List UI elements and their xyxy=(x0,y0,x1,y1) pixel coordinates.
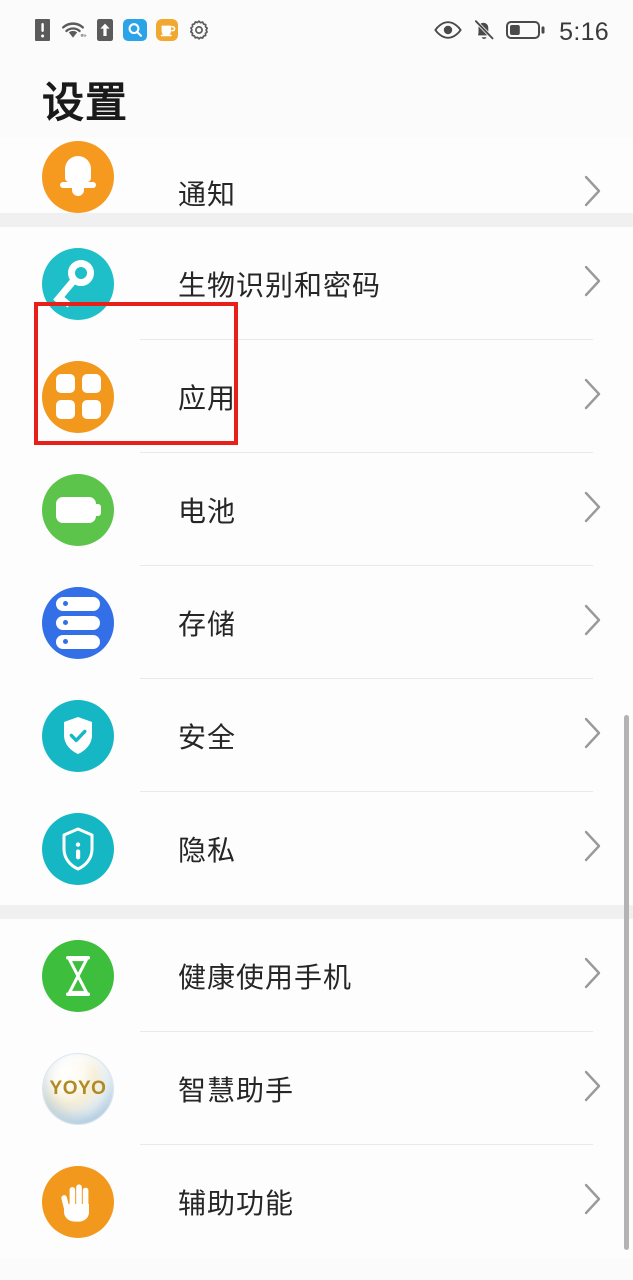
row-label: 通知 xyxy=(178,178,237,211)
chevron-right-icon xyxy=(583,716,603,755)
upload-arrow-icon xyxy=(96,18,114,47)
key-icon xyxy=(42,247,114,320)
chevron-right-icon xyxy=(583,829,603,868)
status-bar-clock: 5:16 xyxy=(559,17,609,46)
settings-group-wellbeing: 健康使用手机 YOYO 智慧助手 辅助功能 xyxy=(0,919,633,1258)
sidebar-item-digital-balance[interactable]: 健康使用手机 xyxy=(0,919,633,1032)
sidebar-item-smart-assistant[interactable]: YOYO 智慧助手 xyxy=(0,1032,633,1145)
status-bar-left-icons xyxy=(34,18,211,47)
group-separator xyxy=(0,905,633,919)
row-label: 生物识别和密码 xyxy=(178,268,382,302)
sidebar-item-privacy[interactable]: 隐私 xyxy=(0,792,633,905)
chevron-right-icon xyxy=(583,956,603,995)
row-label: 健康使用手机 xyxy=(178,960,353,994)
settings-list: 通知 生物识别和密码 应用 电池 存储 安全 隐私 健康使用手机 YOYO 智慧… xyxy=(0,138,633,1258)
cup-app-icon xyxy=(156,18,178,47)
sidebar-item-accessibility[interactable]: 辅助功能 xyxy=(0,1145,633,1258)
row-label: 智慧助手 xyxy=(178,1073,295,1107)
row-label: 安全 xyxy=(178,720,237,754)
sidebar-item-notifications[interactable]: 通知 xyxy=(0,138,633,213)
eye-comfort-icon xyxy=(434,20,462,45)
sidebar-item-apps[interactable]: 应用 xyxy=(0,340,633,453)
shield-check-icon xyxy=(42,699,114,772)
apps-grid-icon xyxy=(42,360,114,433)
group-separator xyxy=(0,213,633,227)
row-label: 存储 xyxy=(178,607,237,641)
sidebar-item-biometrics-password[interactable]: 生物识别和密码 xyxy=(0,227,633,340)
chevron-right-icon xyxy=(583,1069,603,1108)
chevron-right-icon xyxy=(583,264,603,303)
settings-group-system: 生物识别和密码 应用 电池 存储 安全 隐私 xyxy=(0,227,633,905)
chevron-right-icon xyxy=(583,1182,603,1221)
chevron-right-icon xyxy=(583,603,603,642)
battery-icon xyxy=(506,19,546,46)
row-label: 电池 xyxy=(178,494,237,528)
sidebar-item-security[interactable]: 安全 xyxy=(0,679,633,792)
yoyo-pearl-label: YOYO xyxy=(49,1077,107,1099)
row-label: 辅助功能 xyxy=(178,1186,295,1220)
sidebar-item-battery[interactable]: 电池 xyxy=(0,453,633,566)
sim-alert-icon xyxy=(34,18,51,47)
row-label: 应用 xyxy=(178,381,237,415)
status-bar-right-icons: 5:16 xyxy=(434,18,609,47)
shield-info-icon xyxy=(42,812,114,885)
wifi-icon xyxy=(60,18,87,47)
sidebar-item-storage[interactable]: 存储 xyxy=(0,566,633,679)
page-title: 设置 xyxy=(42,78,129,127)
yoyo-pearl-icon: YOYO xyxy=(42,1052,114,1125)
settings-group-notifications: 通知 xyxy=(0,138,633,213)
status-bar: 5:16 xyxy=(0,0,633,64)
bell-icon xyxy=(42,141,114,213)
search-app-icon xyxy=(123,18,147,47)
storage-disks-icon xyxy=(42,586,114,659)
chevron-right-icon xyxy=(583,490,603,529)
settings-screen: 5:16 设置 通知 生物识别和密码 应用 电池 存储 安全 隐私 健康使用手机… xyxy=(0,0,633,1280)
hand-icon xyxy=(42,1165,114,1238)
hourglass-icon xyxy=(42,939,114,1012)
battery-icon xyxy=(42,473,114,546)
vertical-scrollbar[interactable] xyxy=(624,715,629,1250)
row-label: 隐私 xyxy=(178,833,237,867)
chevron-right-icon xyxy=(583,174,603,213)
bell-muted-icon xyxy=(472,18,496,47)
chevron-right-icon xyxy=(583,377,603,416)
gear-icon xyxy=(187,18,211,47)
